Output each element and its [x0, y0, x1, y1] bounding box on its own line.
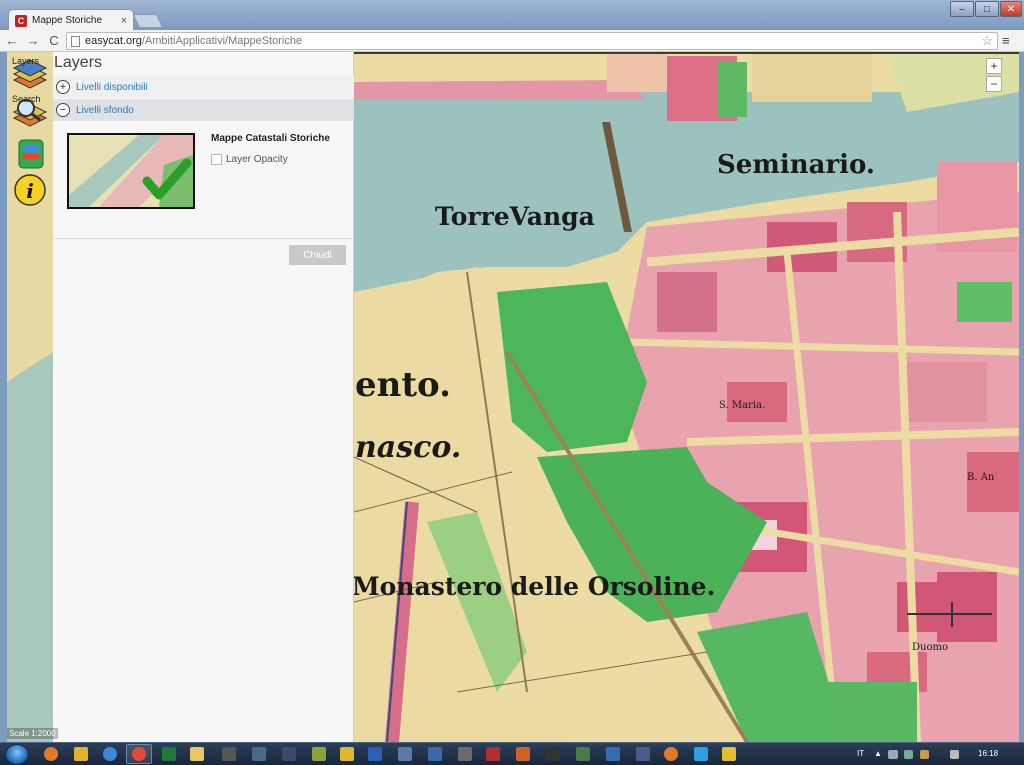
tab-close-icon[interactable]: × — [121, 15, 127, 27]
layer-opacity-label: Layer Opacity — [226, 154, 288, 165]
close-panel-button[interactable]: Chiudi — [289, 245, 346, 265]
taskbar-powerpoint-icon[interactable] — [516, 747, 530, 761]
map-label-santa-maria: S. Maria. — [719, 400, 766, 411]
map-label-seminario: Seminario. — [717, 150, 875, 180]
accordion-available-layers[interactable]: + Livelli disponibili — [53, 76, 354, 98]
taskbar-access-icon[interactable] — [486, 747, 500, 761]
site-favicon-icon: C — [15, 14, 27, 27]
windows-taskbar: IT ▲ 16:18 — [0, 742, 1024, 765]
layer-thumbnail-image — [69, 135, 193, 207]
search-tool-label: Search — [12, 94, 41, 104]
layer-opacity-option[interactable]: Layer Opacity — [211, 154, 288, 165]
maximize-button[interactable]: □ — [975, 1, 999, 17]
layers-panel: Layers + Livelli disponibili − Livelli s… — [53, 52, 354, 742]
taskbar-app-icon[interactable] — [252, 747, 266, 761]
taskbar-word-icon[interactable] — [368, 747, 382, 761]
taskbar-app-icon[interactable] — [636, 747, 650, 761]
browser-titlebar: C Mappe Storiche × – □ ✕ — [0, 0, 1024, 31]
panel-divider — [53, 238, 354, 239]
taskbar-app-icon[interactable] — [222, 747, 236, 761]
map-tool-strip: Layers Search i — [7, 52, 53, 212]
taskbar-media-icon[interactable] — [74, 747, 88, 761]
language-indicator[interactable]: IT — [857, 749, 864, 758]
available-layers-label: Livelli disponibili — [76, 81, 148, 93]
panel-title: Layers — [54, 54, 103, 71]
taskbar-clock[interactable]: 16:18 — [978, 749, 998, 758]
tray-arrow-icon[interactable]: ▲ — [874, 749, 882, 758]
browser-toolbar: ← → C easycat.org/AmbitiApplicativi/Mapp… — [0, 30, 1024, 52]
layers-tool-label: Layers — [12, 56, 40, 66]
taskbar-app-icon[interactable] — [722, 747, 736, 761]
close-window-button[interactable]: ✕ — [1000, 1, 1022, 17]
taskbar-firefox-icon[interactable] — [664, 747, 678, 761]
back-button[interactable]: ← — [3, 32, 21, 50]
tray-network-icon[interactable] — [888, 750, 898, 759]
tray-app-icon[interactable] — [904, 750, 913, 759]
minimize-button[interactable]: – — [950, 1, 974, 17]
taskbar-app-icon[interactable] — [340, 747, 354, 761]
legend-icon — [18, 139, 44, 169]
layer-name: Mappe Catastali Storiche — [211, 133, 330, 144]
layer-thumbnail[interactable] — [67, 133, 195, 209]
expand-plus-icon: + — [56, 80, 70, 94]
layer-opacity-checkbox[interactable] — [211, 154, 222, 165]
map-label-duomo: Duomo — [912, 642, 948, 653]
zoom-out-button[interactable]: − — [986, 76, 1002, 92]
map-label-ento: ento. — [355, 365, 451, 405]
tray-app-icon[interactable] — [920, 750, 929, 759]
map-label-nasco: nasco. — [355, 430, 462, 465]
tray-volume-icon[interactable] — [950, 750, 959, 759]
taskbar-app-icon[interactable] — [576, 747, 590, 761]
layers-tool-button[interactable]: Layers — [10, 54, 50, 94]
taskbar-excel-icon[interactable] — [162, 747, 176, 761]
zoom-in-button[interactable]: + — [986, 58, 1002, 74]
page-content: Seminario. TorreVanga ento. nasco. Monas… — [7, 52, 1019, 742]
info-tool-button[interactable]: i — [10, 170, 50, 210]
taskbar-app-icon[interactable] — [312, 747, 326, 761]
page-icon — [71, 35, 80, 47]
taskbar-skype-icon[interactable] — [694, 747, 708, 761]
map-label-monastero: Monastero delle Orsoline. — [352, 572, 716, 601]
taskbar-app-icon[interactable] — [282, 747, 296, 761]
legend-tool-button[interactable] — [10, 134, 50, 174]
bookmark-star-icon[interactable]: ☆ — [981, 33, 993, 49]
reload-button[interactable]: C — [45, 32, 63, 50]
window-frame-right — [1019, 52, 1024, 742]
taskbar-app-icon[interactable] — [398, 747, 412, 761]
map-label-b-an: B. An — [967, 472, 995, 483]
browser-menu-icon[interactable]: ≡ — [1002, 33, 1010, 48]
url-host: easycat.org — [85, 35, 142, 47]
accordion-background-layers[interactable]: − Livelli sfondo — [53, 99, 354, 121]
map-scale: Scale 1:2000 — [7, 728, 58, 739]
address-bar[interactable]: easycat.org/AmbitiApplicativi/MappeStori… — [66, 32, 998, 50]
new-tab-button[interactable] — [132, 14, 164, 28]
taskbar-app-icon[interactable] — [606, 747, 620, 761]
taskbar-firefox-icon[interactable] — [44, 747, 58, 761]
collapse-minus-icon: − — [56, 103, 70, 117]
tab-title: Mappe Storiche — [32, 15, 103, 26]
taskbar-ie-icon[interactable] — [103, 747, 117, 761]
browser-tab[interactable]: C Mappe Storiche × — [8, 9, 134, 31]
taskbar-folder-icon[interactable] — [190, 747, 204, 761]
url-path: /AmbitiApplicativi/MappeStoriche — [141, 35, 303, 47]
search-tool-button[interactable]: Search — [10, 92, 50, 132]
taskbar-app-icon[interactable] — [458, 747, 472, 761]
taskbar-app-icon[interactable] — [546, 747, 560, 761]
info-icon: i — [14, 174, 46, 206]
window-frame-left — [0, 52, 7, 742]
background-layers-label: Livelli sfondo — [76, 104, 134, 116]
taskbar-chrome-icon[interactable] — [132, 747, 146, 761]
map-label-torrevanga: TorreVanga — [435, 202, 595, 231]
taskbar-app-icon[interactable] — [428, 747, 442, 761]
start-button[interactable] — [5, 744, 29, 765]
svg-text:i: i — [26, 179, 34, 203]
forward-button[interactable]: → — [24, 32, 42, 50]
